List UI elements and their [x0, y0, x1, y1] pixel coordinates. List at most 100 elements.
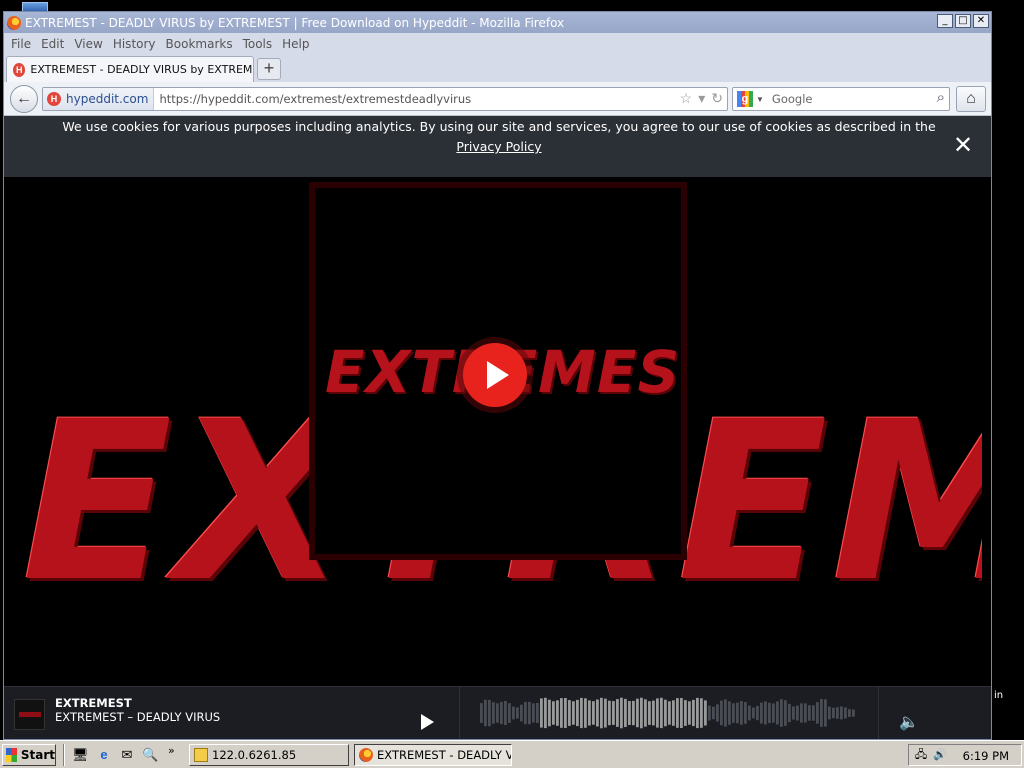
- menu-history[interactable]: History: [113, 37, 156, 51]
- home-button[interactable]: ⌂: [956, 86, 986, 112]
- waveform-bar: [732, 703, 735, 723]
- network-icon[interactable]: 🖧: [914, 748, 928, 762]
- volume-icon[interactable]: 🔈: [899, 712, 919, 731]
- tab-hypeddit[interactable]: H EXTREMEST - DEADLY VIRUS by EXTREMEST.…: [6, 56, 254, 82]
- waveform-bar: [524, 701, 527, 725]
- waveform-bar: [580, 697, 583, 729]
- new-tab-button[interactable]: +: [257, 58, 281, 80]
- waveform-bar: [668, 701, 671, 725]
- waveform-bar: [672, 700, 675, 726]
- google-engine-icon[interactable]: g: [737, 91, 753, 107]
- menu-edit[interactable]: Edit: [41, 37, 64, 51]
- waveform-bar: [704, 700, 707, 726]
- waveform-bar: [740, 701, 743, 725]
- waveform-bar: [636, 698, 639, 728]
- waveform-bar: [696, 697, 699, 729]
- player-play-icon[interactable]: [421, 714, 434, 730]
- waveform-bar: [764, 701, 767, 725]
- page-content: We use cookies for various purposes incl…: [4, 116, 991, 739]
- back-button[interactable]: ←: [10, 85, 38, 113]
- waveform-bar: [680, 698, 683, 728]
- waveform-bar: [724, 699, 727, 727]
- internet-explorer-icon[interactable]: e: [96, 747, 112, 763]
- bookmark-star-icon[interactable]: ☆: [680, 90, 693, 107]
- waveform-bar: [616, 699, 619, 727]
- search-input[interactable]: Google: [772, 92, 813, 106]
- waveform-bar: [772, 703, 775, 723]
- waveform-bar: [608, 700, 611, 726]
- waveform-bar: [500, 701, 503, 725]
- menu-view[interactable]: View: [74, 37, 102, 51]
- tab-bar: H EXTREMEST - DEADLY VIRUS by EXTREMEST.…: [4, 55, 991, 82]
- waveform-bar: [556, 700, 559, 726]
- reload-icon[interactable]: ↻: [711, 90, 723, 107]
- thumbnail-logo: [19, 712, 41, 717]
- windows-logo-icon: [6, 748, 17, 762]
- waveform-bar: [744, 702, 747, 724]
- waveform-bar: [600, 697, 603, 729]
- engine-chevron-down-icon[interactable]: ▼: [756, 95, 764, 104]
- privacy-policy-link[interactable]: Privacy Policy: [456, 139, 541, 154]
- waveform-bar: [832, 707, 835, 719]
- site-identity-button[interactable]: H hypeddit.com: [43, 88, 155, 110]
- waveform-bar: [652, 700, 655, 726]
- quick-launch-more-icon[interactable]: »: [168, 744, 175, 757]
- taskbar-item-firefox[interactable]: EXTREMEST - DEADLY VI...: [354, 744, 512, 766]
- waveform-bar: [552, 701, 555, 725]
- audio-player: EXTREMEST EXTREMEST – DEADLY VIRUS 🔈: [4, 686, 991, 739]
- waveform-bar: [800, 703, 803, 723]
- waveform-seekbar[interactable]: [480, 695, 856, 731]
- title-bar[interactable]: EXTREMEST - DEADLY VIRUS by EXTREMEST | …: [4, 12, 991, 33]
- waveform-bar: [604, 698, 607, 728]
- url-bar[interactable]: H hypeddit.com https://hypeddit.com/extr…: [42, 87, 728, 111]
- waveform-bar: [828, 706, 831, 720]
- firefox-icon[interactable]: [7, 15, 21, 30]
- waveform-bar: [852, 709, 855, 717]
- waveform-bar: [752, 707, 755, 719]
- player-track-title: EXTREMEST – DEADLY VIRUS: [55, 710, 221, 724]
- show-desktop-icon[interactable]: 🖥: [72, 747, 89, 763]
- waveform-bar: [628, 701, 631, 725]
- waveform-bar: [812, 705, 815, 721]
- waveform-bar: [784, 700, 787, 726]
- clock[interactable]: 6:19 PM: [963, 749, 1009, 763]
- taskbar: Start 🖥 e ✉ 🔍 » 122.0.6261.85 EXTREMEST …: [0, 740, 1024, 768]
- waveform-bar: [480, 703, 483, 723]
- speaker-icon[interactable]: 🔊: [933, 748, 947, 762]
- waveform-bar: [756, 705, 759, 721]
- waveform-bar: [840, 706, 843, 720]
- waveform-bar: [620, 697, 623, 729]
- minimize-button[interactable]: _: [937, 14, 953, 28]
- play-button[interactable]: [463, 343, 527, 407]
- waveform-bar: [520, 704, 523, 722]
- waveform-bar: [648, 701, 651, 725]
- menu-file[interactable]: File: [11, 37, 31, 51]
- outlook-express-icon[interactable]: ✉: [119, 747, 135, 763]
- search-icon[interactable]: 🔍: [142, 747, 158, 763]
- menu-bar: File Edit View History Bookmarks Tools H…: [4, 33, 991, 55]
- window-title: EXTREMEST - DEADLY VIRUS by EXTREMEST | …: [25, 15, 565, 30]
- waveform-bar: [584, 698, 587, 728]
- search-magnifier-icon[interactable]: ⌕: [937, 89, 945, 106]
- cookie-close-icon[interactable]: ✕: [952, 133, 974, 157]
- waveform-bar: [692, 699, 695, 727]
- waveform-bar: [776, 701, 779, 725]
- menu-bookmarks[interactable]: Bookmarks: [166, 37, 233, 51]
- menu-help[interactable]: Help: [282, 37, 309, 51]
- taskbar-item-folder[interactable]: 122.0.6261.85: [189, 744, 349, 766]
- waveform-bar: [564, 698, 567, 728]
- dropdown-arrow-icon[interactable]: ▾: [698, 90, 705, 107]
- waveform-bar: [632, 700, 635, 726]
- waveform-bar: [808, 705, 811, 721]
- waveform-bar: [560, 698, 563, 728]
- waveform-bar: [660, 697, 663, 729]
- cookie-banner: We use cookies for various purposes incl…: [4, 116, 991, 177]
- url-bar-actions: ☆ ▾ ↻: [680, 90, 723, 107]
- window-controls: _ □ ✕: [937, 14, 989, 28]
- url-text[interactable]: https://hypeddit.com/extremest/extremest…: [159, 92, 471, 106]
- search-bar[interactable]: g ▼ Google ⌕: [732, 87, 950, 111]
- close-button[interactable]: ✕: [973, 14, 989, 28]
- menu-tools[interactable]: Tools: [243, 37, 273, 51]
- maximize-button[interactable]: □: [955, 14, 971, 28]
- start-button[interactable]: Start: [2, 744, 56, 766]
